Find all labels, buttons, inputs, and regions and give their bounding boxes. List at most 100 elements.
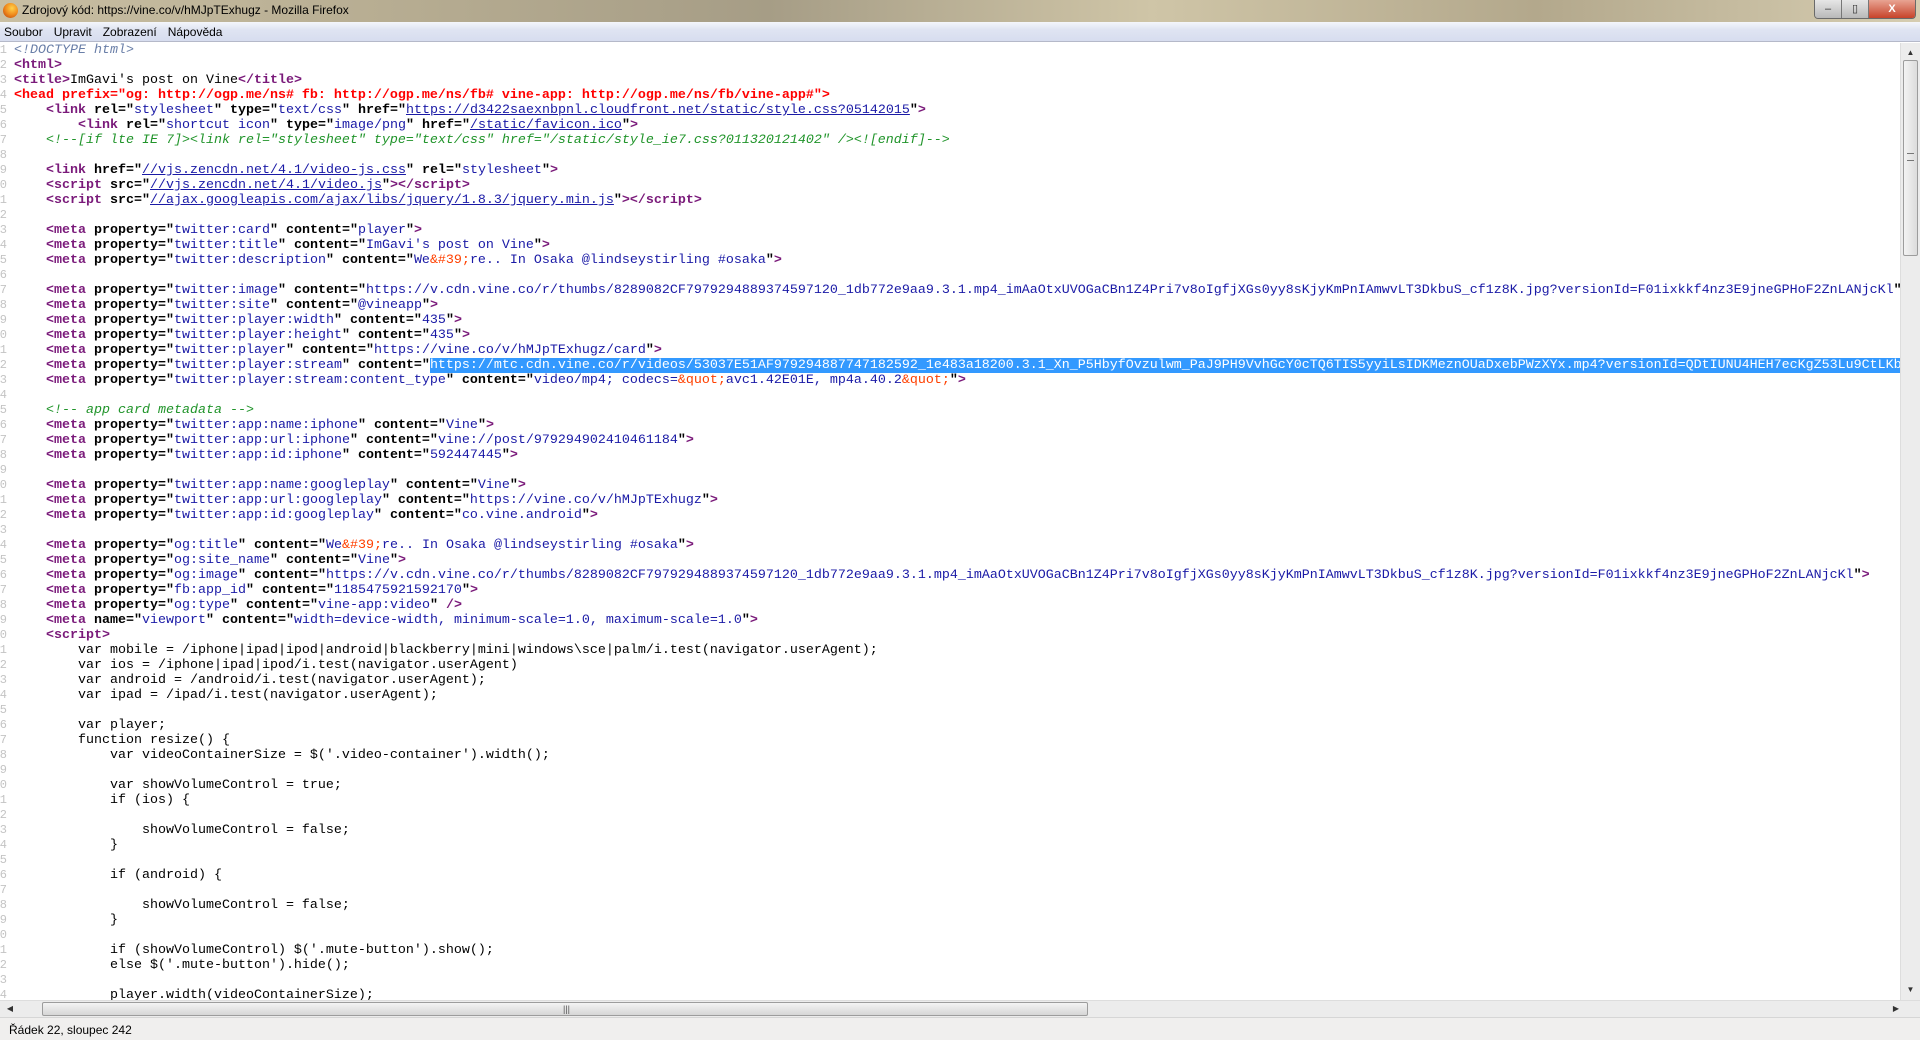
code-token: <meta [46,313,86,328]
code-text: <script src="//vjs.zencdn.net/4.1/video.… [14,178,470,193]
line-number: 28 [0,448,7,462]
source-link[interactable]: //vjs.zencdn.net/4.1/video-js.css [142,163,406,178]
code-text: <script> [14,628,110,643]
code-text: <meta property="twitter:image" content="… [14,283,1900,298]
source-code-view[interactable]: 1 <!DOCTYPE html> 2 <html> 3 <title>ImGavi's … [0,43,1900,1000]
menu-napoveda[interactable]: Nápověda [167,24,224,40]
scroll-down-arrow-icon[interactable]: ▼ [1901,982,1920,998]
menu-bar: Soubor Upravit Zobrazení Nápověda [0,22,1920,42]
code-token: twitter:image [173,283,278,298]
line-number: 34 [0,538,7,552]
code-line: 28 <meta property="twitter:app:id:iphone… [0,448,1900,463]
code-text: else $('.mute-button').hide(); [14,958,350,973]
code-line: 8 [0,148,1900,163]
code-token: " content=" [277,238,366,253]
code-text: <meta property="og:title" content="We&#3… [14,538,694,553]
code-token: &#39; [341,538,382,553]
code-token: 435 [421,313,446,328]
code-token: <script [46,193,102,208]
code-token: > [685,433,694,448]
code-text: if (showVolumeControl) $('.mute-button')… [14,943,494,958]
code-token: <link [46,103,86,118]
code-token: &quot; [901,373,950,388]
code-token: " [949,373,958,388]
scroll-left-arrow-icon[interactable]: ◀ [2,1001,18,1017]
code-line: 12 [0,208,1900,223]
source-link[interactable]: /static/favicon.ico [470,118,622,133]
grip-icon: ||| [563,1004,571,1014]
code-token: <script> [46,628,110,643]
code-text: <!DOCTYPE html> [14,43,134,58]
close-button[interactable]: X [1869,0,1915,18]
menu-zobrazeni[interactable]: Zobrazení [102,24,158,40]
code-text: <meta property="fb:app_id" content="1185… [14,583,478,598]
code-token: twitter:player:width [173,313,334,328]
code-line: 21 <meta property="twitter:player" conte… [0,343,1900,358]
code-line: 17 <meta property="twitter:image" conten… [0,283,1900,298]
code-token: > [541,238,550,253]
code-token: property=" [86,493,174,508]
restore-button[interactable]: ▯ [1842,0,1869,18]
scroll-up-arrow-icon[interactable]: ▲ [1901,45,1920,61]
selected-text: https://mtc.cdn.vine.co/r/videos/53037E5… [429,358,1900,373]
code-token: We [325,538,342,553]
code-line: 49 [0,763,1900,778]
code-token: property=" [86,283,174,298]
code-token: > [517,478,526,493]
code-text: <meta property="twitter:app:url:iphone" … [14,433,694,448]
vertical-scrollbar[interactable]: ▲ ▼ [1900,43,1920,1000]
code-line: 18 <meta property="twitter:site" content… [0,298,1900,313]
code-token: } [14,838,118,853]
code-text: <meta property="og:site_name" content="V… [14,553,406,568]
code-token: <!DOCTYPE html> [14,43,134,58]
line-number: 18 [0,298,7,312]
code-token: player.width(videoContainerSize); [14,988,374,1000]
code-line: 62 else $('.mute-button').hide(); [0,958,1900,973]
code-token: <link [46,163,86,178]
menu-soubor[interactable]: Soubor [3,24,44,40]
line-number: 17 [0,283,7,297]
menu-upravit[interactable]: Upravit [53,24,93,40]
code-token: " [477,418,486,433]
source-link[interactable]: //vjs.zencdn.net/4.1/video.js [150,178,382,193]
code-token: function resize() { [14,733,230,748]
source-link[interactable]: https://d3422saexnbpnl.cloudfront.net/st… [406,103,910,118]
code-token: if (android) { [14,868,222,883]
code-token: vine://post/979294902410461184 [437,433,678,448]
code-token: Vine [357,553,390,568]
code-token: <meta [46,613,86,628]
code-text: var ios = /iphone|ipad|ipod/i.test(navig… [14,658,518,673]
code-token: 592447445 [429,448,502,463]
code-text: <meta property="twitter:description" con… [14,253,782,268]
horizontal-scroll-thumb[interactable]: ||| [42,1002,1088,1016]
code-text: <meta property="twitter:player" content=… [14,343,662,358]
code-line: 43 var android = /android/i.test(navigat… [0,673,1900,688]
code-token: name=" [86,613,142,628]
code-line: 45 [0,703,1900,718]
line-number: 53 [0,823,7,837]
line-number: 45 [0,703,7,717]
code-token: " [613,193,622,208]
code-line: 37 <meta property="fb:app_id" content="1… [0,583,1900,598]
code-line: 23 <meta property="twitter:player:stream… [0,373,1900,388]
code-text: <meta property="twitter:player:width" co… [14,313,462,328]
code-line: 29 [0,463,1900,478]
horizontal-scrollbar[interactable]: ◀ ||| ▶ [0,1000,1920,1017]
scroll-right-arrow-icon[interactable]: ▶ [1888,1001,1904,1017]
code-token: " content=" [269,298,358,313]
code-token: og:title [173,538,238,553]
line-number: 61 [0,943,7,957]
line-number: 57 [0,883,7,897]
vertical-scroll-thumb[interactable] [1903,60,1918,256]
code-token: video/mp4; codecs= [533,373,678,388]
code-text: function resize() { [14,733,230,748]
code-token: " content=" [277,283,366,298]
code-token: " content=" [349,433,438,448]
source-link[interactable]: //ajax.googleapis.com/ajax/libs/jquery/1… [150,193,614,208]
code-text: if (android) { [14,868,222,883]
code-token: <html> [14,58,62,73]
line-number: 35 [0,553,7,567]
minimize-button[interactable]: – [1815,0,1842,18]
